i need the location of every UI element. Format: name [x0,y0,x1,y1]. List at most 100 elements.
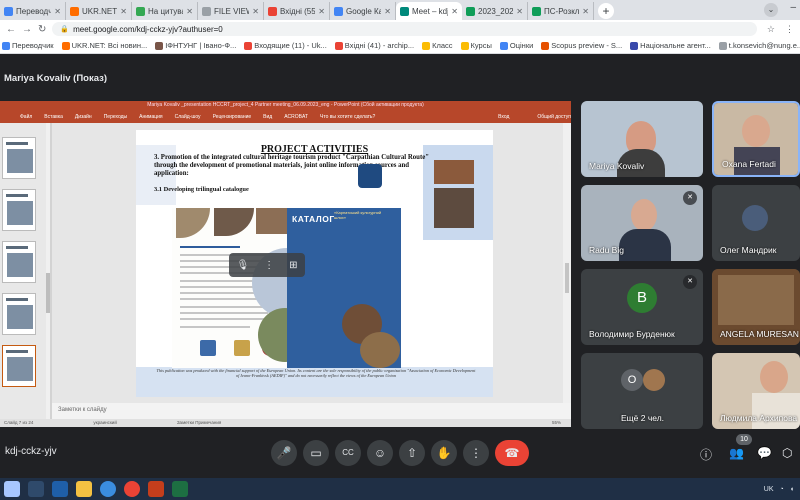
microphone-button[interactable]: 🎤 [271,440,297,466]
bookshelf-background [718,275,794,325]
ribbon-tab[interactable]: Файл [20,114,32,120]
participant-overflow-tile[interactable]: O Ещё 2 чел. [581,353,703,429]
tab-close-icon[interactable]: ✕ [252,7,259,16]
share-button[interactable]: Общий доступ [537,114,571,120]
browser-tab[interactable]: Вхідні (554✕ [264,2,330,20]
search-icon[interactable] [28,481,44,497]
windows-taskbar: UK ◔ ◖ [0,478,800,500]
tab-close-icon[interactable]: ✕ [582,7,589,16]
slide-thumbnail[interactable] [2,293,36,335]
bookmark-item[interactable]: Вхідні (41) - archip... [334,41,414,50]
tab-close-icon[interactable]: ✕ [318,7,325,16]
zoom-level[interactable]: 55% [552,419,561,427]
tab-close-icon[interactable]: ✕ [186,7,193,16]
participant-tile[interactable]: Олег Мандрик [712,185,800,261]
participant-tile-speaking[interactable]: Oxana Fertadi [712,101,800,177]
bookmark-item[interactable]: Scopus preview - S... [541,41,622,50]
notes-pane[interactable]: Заметки к слайду [52,403,571,419]
forward-icon[interactable]: → [22,24,32,35]
tab-close-icon[interactable]: ✕ [54,7,61,16]
minimize-icon[interactable]: – [790,2,796,13]
bookmark-item[interactable]: Входящие (11) - Uk... [244,41,327,50]
sign-in-link[interactable]: Вход [498,114,509,120]
slide-scrollbar[interactable] [563,123,571,403]
network-icon[interactable]: ◔ [780,486,784,493]
mic-off-icon[interactable]: 🎙 [236,260,249,271]
info-icon[interactable]: ⓘ [700,446,712,463]
end-call-button[interactable]: ☎ [495,440,529,466]
participant-tile[interactable]: Mariya Kovaliv [581,101,703,177]
language-indicator[interactable]: UK [764,486,774,493]
ribbon-tab[interactable]: Слайд-шоу [175,114,201,120]
tab-close-icon[interactable]: ✕ [516,7,523,16]
notes-toggle[interactable]: Заметки Примечания [177,419,221,427]
slide-thumbnail-selected[interactable] [2,345,36,387]
camera-button[interactable]: ▭ [303,440,329,466]
bookmark-item[interactable]: Оцінки [499,41,533,50]
bookmark-item[interactable]: t.konsevich@nung.e... [718,41,800,50]
ribbon-tab[interactable]: Переходы [104,114,127,120]
menu-kebab-icon[interactable]: ⋮ [785,24,794,35]
tab-close-icon[interactable]: ✕ [451,7,458,16]
people-icon[interactable]: 👥 [729,446,744,460]
kebab-icon[interactable]: ⋮ [264,260,274,271]
ribbon-tab[interactable]: ACROBAT [284,114,308,120]
ribbon-tab[interactable]: Вставка [44,114,63,120]
ppt-ribbon: Файл Вставка Дизайн Переходы Анимация Слайд-ш… [0,110,571,123]
bookmark-item[interactable]: Переводчик [2,41,54,50]
back-icon[interactable]: ← [6,24,16,35]
bookmark-item[interactable]: Національне агент... [630,41,711,50]
participant-tile[interactable]: B ✕ Володимир Бурденюк [581,269,703,345]
browser-tab[interactable]: FILE VIEW✕ [198,2,264,20]
captions-button[interactable]: CC [335,440,361,466]
browser-tab[interactable]: Google Календ✕ [330,2,396,20]
bookmark-item[interactable]: Класс [422,41,453,50]
browser-tab[interactable]: ПС-Розклад v.2✕ [528,2,594,20]
volume-icon[interactable]: ◖ [790,486,794,493]
reactions-button[interactable]: ☺ [367,440,393,466]
tab-close-icon[interactable]: ✕ [120,7,127,16]
ribbon-tab[interactable]: Что вы хотите сделать? [320,114,375,120]
url-field[interactable]: 🔒 meet.google.com/kdj-cckz-yjv?authuser=… [52,22,757,36]
ribbon-tab[interactable]: Анимация [139,114,162,120]
slide-thumbnail[interactable] [2,137,36,179]
browser-tab-active[interactable]: Meet – kdj ✕ [396,2,462,20]
ribbon-tab[interactable]: Дизайн [75,114,92,120]
bookmark-star-icon[interactable]: ☆ [767,24,775,35]
slide-thumbnail[interactable] [2,241,36,283]
ribbon-tab[interactable]: Рецензирование [213,114,252,120]
activities-icon[interactable]: ⬡ [782,446,792,460]
word-icon[interactable] [52,481,68,497]
tab-close-icon[interactable]: ✕ [384,7,391,16]
browser-tab[interactable]: 2023_2024 граф✕ [462,2,528,20]
pin-icon[interactable]: ⊞ [289,260,297,271]
browser-tab[interactable]: На цитування✕ [132,2,198,20]
edge-icon[interactable] [100,481,116,497]
bookmark-item[interactable]: UKR.NET: Всі новин... [61,41,147,50]
chrome-icon[interactable] [124,481,140,497]
ribbon-tab[interactable]: Вид [263,114,272,120]
tab-favicon-icon [136,6,145,16]
powerpoint-icon[interactable] [148,481,164,497]
excel-icon[interactable] [172,481,188,497]
raise-hand-button[interactable]: ✋ [431,440,457,466]
browser-tab[interactable]: UKR.NET: Всі но✕ [66,2,132,20]
file-explorer-icon[interactable] [76,481,92,497]
present-button[interactable]: ⇧ [399,440,425,466]
chat-icon[interactable]: 💬 [757,446,772,460]
reload-icon[interactable]: ↻ [38,24,46,35]
tab-search-icon[interactable]: ⌄ [764,3,778,17]
participant-tile[interactable]: ✕ Radu Big [581,185,703,261]
tab-favicon-icon [4,6,13,16]
bookmark-item[interactable]: Курсы [460,41,492,50]
participant-tile[interactable]: Людмила Архипова [712,353,800,429]
slide-thumbnail[interactable] [2,189,36,231]
thumbnail-scrollbar[interactable] [46,123,50,419]
more-options-button[interactable]: ⋮ [463,440,489,466]
bookmark-item[interactable]: ІФНТУНГ | Івано-Ф... [155,41,236,50]
bookmark-favicon-icon [61,41,70,50]
browser-tab[interactable]: Переводч ✕ [0,2,66,20]
participant-tile[interactable]: ANGELA MURESAN [712,269,800,345]
start-icon[interactable] [4,481,20,497]
new-tab-button[interactable]: + [598,3,614,19]
